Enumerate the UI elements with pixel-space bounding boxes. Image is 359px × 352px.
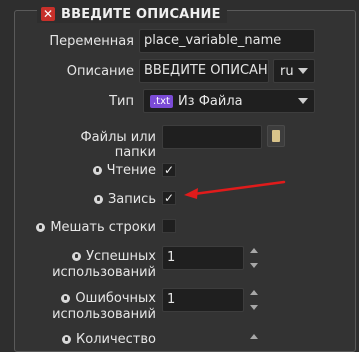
dialog-title: ВВЕДИТЕ ОПИСАНИЕ xyxy=(61,6,221,22)
chevron-up-icon[interactable] xyxy=(250,334,258,339)
type-label: Тип xyxy=(109,94,134,109)
description-label: Описание xyxy=(66,64,134,79)
chevron-up-icon[interactable] xyxy=(250,290,258,295)
chevron-down-icon xyxy=(298,68,308,74)
write-checkbox[interactable]: ✓ xyxy=(162,191,176,205)
count-label: Количество xyxy=(50,332,156,347)
txt-file-icon: .txt xyxy=(150,94,173,108)
read-label-text: Чтение xyxy=(106,163,156,178)
write-label: Запись xyxy=(60,192,156,207)
info-icon xyxy=(92,166,102,175)
count-label-text: Количество xyxy=(76,332,156,347)
chevron-down-icon[interactable] xyxy=(250,305,258,310)
errors-label-line1: Ошибочных xyxy=(75,291,156,306)
success-label-line2: использований xyxy=(52,265,156,280)
language-select[interactable]: ru xyxy=(273,59,315,83)
info-icon xyxy=(72,252,82,261)
chevron-down-icon xyxy=(298,98,308,104)
write-label-text: Запись xyxy=(107,192,156,207)
browse-button[interactable] xyxy=(267,125,285,147)
read-label: Чтение xyxy=(60,163,156,178)
errors-label-line2: использований xyxy=(52,307,156,322)
info-icon xyxy=(62,335,72,344)
success-count-input[interactable]: 1 xyxy=(162,246,244,270)
variable-label: Переменная xyxy=(49,34,134,49)
close-icon[interactable]: ✕ xyxy=(41,7,55,21)
arrow-annotation xyxy=(184,180,286,199)
shuffle-label: Мешать строки xyxy=(30,220,156,235)
variable-name-input[interactable]: place_variable_name xyxy=(139,29,315,53)
success-label-line1: Успешных xyxy=(86,249,156,264)
files-label: Файлы или папки xyxy=(80,130,156,160)
errors-stepper[interactable] xyxy=(248,290,260,310)
folder-icon xyxy=(272,130,280,142)
count-stepper[interactable] xyxy=(248,334,260,342)
files-input[interactable] xyxy=(162,125,262,149)
shuffle-checkbox[interactable] xyxy=(162,219,176,233)
success-label: Успешных использований xyxy=(50,249,156,281)
type-select[interactable]: .txt Из Файла xyxy=(143,89,315,113)
errors-count-input[interactable]: 1 xyxy=(162,288,244,312)
type-value: Из Файла xyxy=(177,93,243,109)
dialog-titlebar: ✕ ВВЕДИТЕ ОПИСАНИЕ xyxy=(37,5,227,23)
chevron-up-icon[interactable] xyxy=(250,248,258,253)
shuffle-label-text: Мешать строки xyxy=(50,220,156,235)
read-checkbox[interactable]: ✓ xyxy=(162,163,176,177)
success-stepper[interactable] xyxy=(248,248,260,268)
info-icon xyxy=(36,223,46,232)
info-icon xyxy=(93,195,103,204)
description-input[interactable]: ВВЕДИТЕ ОПИСАНИЕ xyxy=(139,59,269,83)
info-icon xyxy=(61,294,71,303)
language-value: ru xyxy=(280,63,294,79)
errors-label: Ошибочных использований xyxy=(50,291,156,323)
chevron-down-icon[interactable] xyxy=(250,263,258,268)
